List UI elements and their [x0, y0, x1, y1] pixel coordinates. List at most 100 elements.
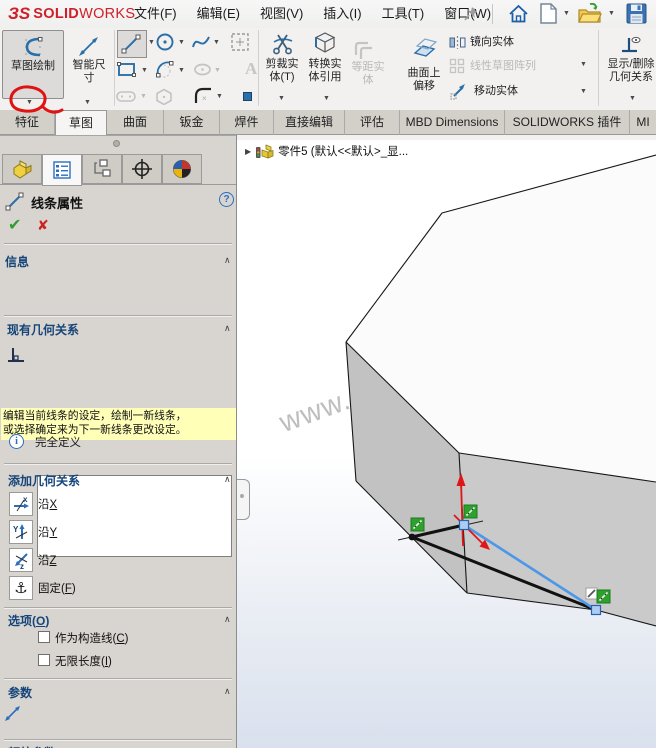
for-construction-label[interactable]: 作为构造线(C): [55, 630, 129, 646]
tab-property-manager[interactable]: [42, 154, 82, 186]
line-dropdown-icon[interactable]: ▼: [148, 39, 155, 47]
new-document-dropdown-icon[interactable]: ▼: [563, 10, 570, 17]
smart-dimension-button[interactable]: 智能尺寸: [64, 30, 114, 99]
collapse-chevron-icon[interactable]: ∧: [224, 686, 231, 697]
trim-entities-icon[interactable]: [271, 32, 295, 56]
home-icon[interactable]: [508, 4, 529, 23]
point-tool-icon[interactable]: [242, 91, 253, 102]
move-dropdown-icon[interactable]: ▼: [580, 88, 587, 96]
collapse-chevron-icon[interactable]: ∧: [224, 323, 231, 334]
menu-insert[interactable]: 插入(I): [313, 0, 371, 28]
smart-dimension-dropdown-icon[interactable]: ▼: [84, 99, 91, 107]
convert-entities-label[interactable]: 转换实体引用: [305, 58, 345, 83]
collapse-chevron-icon[interactable]: ∧: [224, 614, 231, 625]
along-x-label[interactable]: 沿X: [38, 496, 57, 512]
tab-partial[interactable]: MI: [630, 110, 656, 135]
fillet-dropdown-icon[interactable]: ▼: [216, 93, 223, 101]
tab-surfaces[interactable]: 曲面: [107, 110, 164, 135]
tab-configuration-manager[interactable]: [82, 154, 122, 184]
display-delete-relations-icon[interactable]: [620, 34, 642, 56]
trim-dropdown-icon[interactable]: ▼: [278, 95, 285, 103]
sketch-point-origin[interactable]: [458, 519, 470, 531]
offset-on-surface-icon[interactable]: [411, 36, 437, 62]
move-entities-label[interactable]: 移动实体: [474, 85, 544, 98]
graphics-viewport[interactable]: www.solidworkszxw.com: [237, 140, 656, 748]
convert-dropdown-icon[interactable]: ▼: [323, 95, 330, 103]
options-section-header[interactable]: 选项(O): [8, 612, 49, 629]
tab-solidworks-addins[interactable]: SOLIDWORKS 插件: [505, 110, 630, 135]
move-entities-icon[interactable]: [449, 82, 467, 100]
along-z-button[interactable]: z: [9, 548, 33, 572]
menu-file[interactable]: 文件(F): [124, 0, 187, 28]
sketch-point-end[interactable]: [590, 604, 602, 616]
mirror-entities-icon[interactable]: [449, 35, 466, 50]
circle-tool-icon[interactable]: [155, 32, 175, 52]
line-tool-button[interactable]: [117, 30, 147, 58]
save-icon[interactable]: [626, 3, 647, 24]
tab-sketch[interactable]: 草图: [55, 110, 107, 135]
spline-tool-icon[interactable]: [191, 33, 211, 51]
infinite-length-checkbox[interactable]: [38, 654, 50, 666]
relation-badge-icon[interactable]: [410, 517, 425, 532]
for-construction-checkbox[interactable]: [38, 631, 50, 643]
linear-pattern-dropdown-icon[interactable]: ▼: [580, 61, 587, 69]
menu-view[interactable]: 视图(V): [250, 0, 313, 28]
collapse-chevron-icon[interactable]: ∧: [224, 474, 231, 485]
circle-dropdown-icon[interactable]: ▼: [178, 39, 185, 47]
ok-button[interactable]: ✔: [8, 215, 21, 235]
tab-direct-editing[interactable]: 直接编辑: [274, 110, 345, 135]
offset-on-surface-label[interactable]: 曲面上偏移: [404, 67, 444, 92]
spline-dropdown-icon[interactable]: ▼: [213, 39, 220, 47]
tab-weldments[interactable]: 焊件: [220, 110, 274, 135]
tab-feature-manager[interactable]: [2, 154, 42, 184]
arc-dropdown-icon[interactable]: ▼: [178, 67, 185, 75]
display-delete-dropdown-icon[interactable]: ▼: [629, 95, 636, 103]
open-document-dropdown-icon[interactable]: ▼: [608, 10, 615, 17]
along-y-label[interactable]: 沿Y: [38, 524, 57, 540]
tab-features[interactable]: 特征: [0, 110, 55, 135]
rectangle-tool-icon[interactable]: [116, 61, 138, 79]
fillet-tool-icon[interactable]: ×: [193, 85, 213, 105]
parameters-section-header[interactable]: 参数: [8, 684, 32, 701]
sketch-dropdown-icon[interactable]: ▼: [26, 99, 33, 107]
along-z-label[interactable]: 沿Z: [38, 552, 57, 568]
along-x-button[interactable]: x: [9, 492, 33, 516]
relation-badge-icon[interactable]: [596, 589, 611, 604]
polygon-tool-icon[interactable]: [155, 88, 173, 105]
trim-entities-label[interactable]: 剪裁实体(T): [262, 58, 302, 83]
panel-flyout-handle[interactable]: [237, 479, 250, 520]
menu-edit[interactable]: 编辑(E): [187, 0, 250, 28]
collapse-chevron-icon[interactable]: ∧: [224, 255, 231, 266]
tab-sheet-metal[interactable]: 钣金: [164, 110, 220, 135]
tab-display-manager[interactable]: [162, 154, 202, 184]
arc-tool-icon[interactable]: [154, 59, 176, 79]
fix-button[interactable]: ⚓: [9, 576, 33, 600]
tree-expand-icon[interactable]: ▶: [245, 147, 251, 156]
infinite-length-label[interactable]: 无限长度(I): [55, 653, 112, 669]
fix-label[interactable]: 固定(F): [38, 580, 76, 596]
existing-relations-header[interactable]: 现有几何关系: [7, 321, 79, 338]
open-document-icon[interactable]: [578, 3, 602, 24]
feature-tree-root-label[interactable]: 零件5 (默认<<默认>_显...: [278, 143, 408, 159]
cancel-button[interactable]: ✘: [37, 217, 49, 234]
mirror-entities-label[interactable]: 镜向实体: [470, 36, 540, 49]
new-document-icon[interactable]: [540, 3, 557, 24]
along-y-button[interactable]: Y: [9, 520, 33, 544]
relation-badge-icon[interactable]: [463, 504, 478, 519]
menu-tools[interactable]: 工具(T): [372, 0, 435, 28]
help-icon[interactable]: ?: [219, 192, 234, 207]
display-delete-relations-label-line2[interactable]: 几何关系: [609, 71, 653, 83]
slot-tool-icon[interactable]: [115, 90, 137, 103]
display-delete-relations-label-line1[interactable]: 显示/删除: [607, 58, 654, 70]
pin-icon[interactable]: [463, 6, 479, 22]
lasso-select-icon[interactable]: [229, 31, 251, 55]
info-section-header[interactable]: 信息: [5, 253, 29, 270]
tab-evaluate[interactable]: 评估: [345, 110, 400, 135]
tab-dimxpert-manager[interactable]: [122, 154, 162, 184]
sketch-point-left[interactable]: [408, 533, 416, 541]
tab-mbd-dimensions[interactable]: MBD Dimensions: [400, 110, 505, 135]
panel-splitter[interactable]: [0, 135, 236, 149]
ellipse-tool-icon[interactable]: [193, 62, 212, 77]
add-relations-header[interactable]: 添加几何关系: [8, 472, 80, 489]
rectangle-dropdown-icon[interactable]: ▼: [141, 67, 148, 75]
